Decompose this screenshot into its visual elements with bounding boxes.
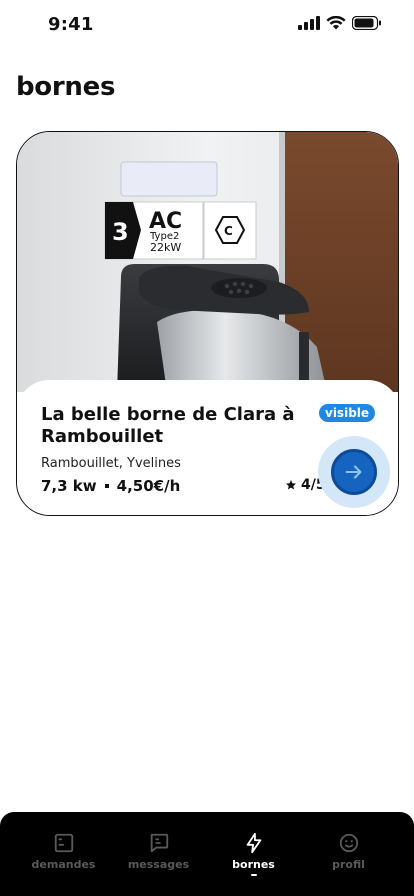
station-photo: 3 AC Type2 22kW C xyxy=(17,132,398,392)
signal-icon xyxy=(298,16,320,30)
tab-messages[interactable]: messages xyxy=(111,812,206,896)
tab-demandes[interactable]: demandes xyxy=(16,812,111,896)
tab-label: messages xyxy=(127,858,190,871)
card-specs: 7,3 kw 4,50€/h xyxy=(41,477,180,495)
card-location: Rambouillet, Yvelines xyxy=(41,456,181,471)
open-station-button[interactable] xyxy=(331,449,377,495)
tab-label: demandes xyxy=(31,858,96,871)
smiley-icon xyxy=(339,833,358,853)
separator-dot xyxy=(104,484,109,488)
tab-bornes[interactable]: bornes xyxy=(206,812,301,896)
message-icon xyxy=(150,833,168,853)
status-icons xyxy=(298,16,382,30)
open-button-halo xyxy=(318,436,390,508)
photo-label-number: 3 xyxy=(112,218,129,246)
battery-icon xyxy=(352,16,381,30)
page-title: bornes xyxy=(16,72,116,102)
tab-label: bornes xyxy=(232,858,275,871)
charging-station-card[interactable]: 3 AC Type2 22kW C La belle borne de Clar… xyxy=(16,131,399,516)
card-power: 7,3 kw xyxy=(41,477,97,495)
tab-profil[interactable]: profil xyxy=(301,812,396,896)
tab-bar: demandes messages bornes profil xyxy=(0,812,414,896)
arrow-right-icon xyxy=(345,465,362,479)
active-tab-indicator xyxy=(250,874,257,876)
visibility-badge: visible xyxy=(319,404,376,422)
lightning-icon xyxy=(246,832,261,854)
card-price: 4,50€/h xyxy=(116,477,181,495)
inbox-icon xyxy=(54,833,73,853)
status-time: 9:41 xyxy=(48,14,94,35)
wifi-icon xyxy=(326,16,346,30)
card-title: La belle borne de Clara à Rambouillet xyxy=(41,404,295,447)
card-info: La belle borne de Clara à Rambouillet vi… xyxy=(17,380,398,515)
photo-label-plug: C xyxy=(224,224,233,238)
star-icon xyxy=(286,480,296,490)
tab-label: profil xyxy=(332,858,365,871)
status-bar: 9:41 xyxy=(0,0,414,50)
photo-label-power: 22kW xyxy=(150,241,181,254)
